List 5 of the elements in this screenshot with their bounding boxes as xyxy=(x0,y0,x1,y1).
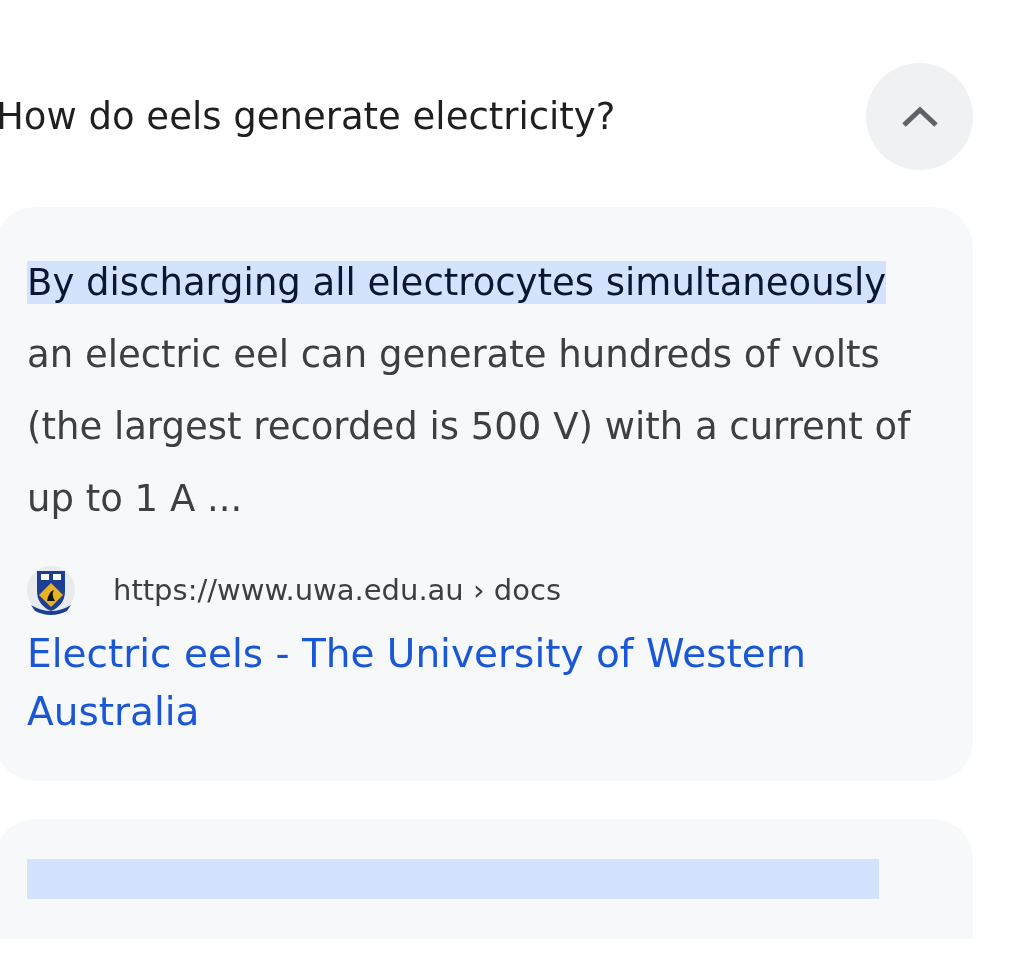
question-text: How do eels generate electricity? xyxy=(0,95,616,138)
result-link[interactable]: Electric eels - The University of Western Australia xyxy=(27,625,943,741)
crest-icon xyxy=(27,565,75,615)
source-url: https://www.uwa.edu.au › docs xyxy=(113,573,561,607)
answer-text: By discharging all electrocytes simultaneously an electric eel can generate hundreds of volts (the largest recorded is 500 V) with a current of up to 1 A ... xyxy=(27,260,912,522)
